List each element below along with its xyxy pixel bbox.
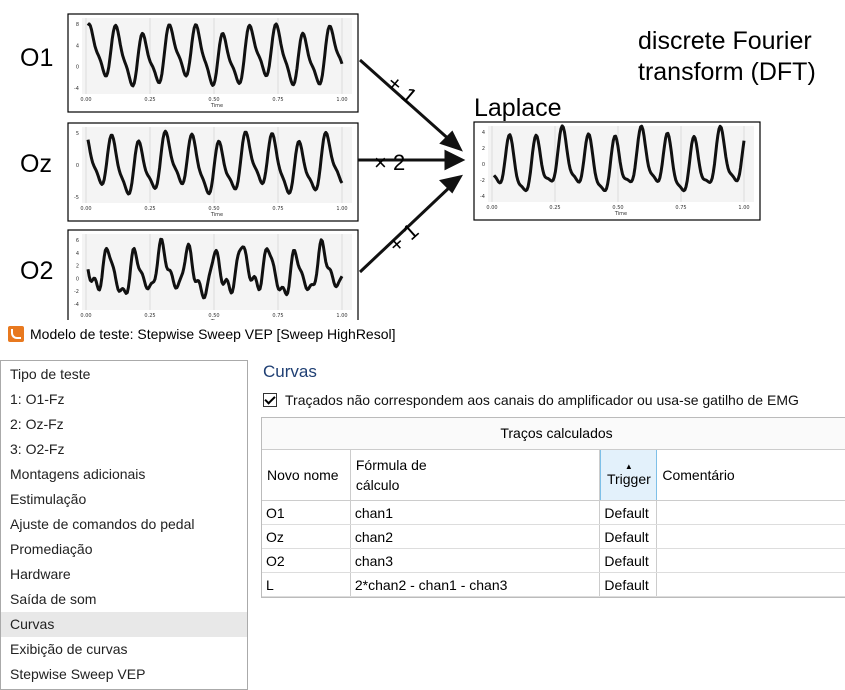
- cell-comentario[interactable]: [657, 525, 845, 548]
- table-header-row: Novo nome Fórmula de cálculo ▲ Trigger C…: [262, 450, 845, 501]
- eeg-figure: 0.00 0.25 0.50 0.75 1.00Time840-40.00 0.25 0.5…: [67, 13, 761, 320]
- settings-sidebar: Tipo de teste 1: O1-Fz 2: Oz-Fz 3: O2-Fz…: [0, 360, 248, 690]
- column-header-novo-nome[interactable]: Novo nome: [262, 450, 351, 500]
- x-axis-label: Time: [614, 211, 627, 217]
- sidebar-item-o2-fz[interactable]: 3: O2-Fz: [1, 437, 247, 462]
- x-axis-label: Time: [210, 212, 223, 218]
- y-tick-label: 6: [76, 238, 79, 244]
- traces-checkbox-row[interactable]: Traçados não correspondem aos canais do …: [263, 392, 799, 408]
- sidebar-item-montagens-adicionais[interactable]: Montagens adicionais: [1, 462, 247, 487]
- cell-comentario[interactable]: [657, 549, 845, 572]
- sidebar-item-curvas[interactable]: Curvas: [1, 612, 247, 637]
- cell-formula[interactable]: chan1: [351, 501, 601, 524]
- cell-comentario[interactable]: [657, 573, 845, 596]
- y-tick-label: 0: [76, 276, 79, 282]
- traces-checkbox-label[interactable]: Traçados não correspondem aos canais do …: [285, 392, 799, 408]
- x-tick-label: 1.00: [336, 97, 347, 103]
- x-tick-label: 1.00: [336, 313, 347, 319]
- cell-trigger[interactable]: Default: [600, 525, 658, 548]
- arrow-oz-head: [444, 149, 466, 171]
- app-icon: [8, 326, 24, 342]
- weight-oz: × 2: [374, 150, 405, 175]
- y-tick-label: -4: [74, 302, 79, 308]
- sidebar-item-saida-de-som[interactable]: Saída de som: [1, 587, 247, 612]
- section-title: Curvas: [263, 362, 317, 381]
- sidebar-item-estimulacao[interactable]: Estimulação: [1, 487, 247, 512]
- column-header-formula[interactable]: Fórmula de cálculo: [351, 450, 601, 500]
- x-tick-label: 0.25: [144, 97, 155, 103]
- x-tick-label: 0.75: [675, 205, 686, 211]
- x-axis-label: Time: [210, 319, 223, 320]
- x-tick-label: 0.25: [144, 206, 155, 212]
- cell-formula[interactable]: chan2: [351, 525, 601, 548]
- cell-novo-nome[interactable]: L: [262, 573, 351, 596]
- cell-formula[interactable]: chan3: [351, 549, 601, 572]
- cell-trigger[interactable]: Default: [600, 549, 658, 572]
- cell-trigger[interactable]: Default: [600, 573, 658, 596]
- column-header-formula-text: Fórmula de cálculo: [355, 457, 427, 493]
- x-tick-label: 0.00: [80, 313, 91, 319]
- window-title-bar: Modelo de teste: Stepwise Sweep VEP [Swe…: [8, 326, 396, 342]
- plot-area-o2: [82, 234, 352, 310]
- y-tick-label: 8: [76, 22, 79, 28]
- x-tick-label: 1.00: [738, 205, 749, 211]
- y-tick-label: -2: [480, 178, 485, 184]
- x-tick-label: 0.00: [80, 206, 91, 212]
- y-tick-label: 4: [76, 43, 79, 49]
- sidebar-item-tipo-de-teste[interactable]: Tipo de teste: [1, 362, 247, 387]
- sidebar-item-stepwise-sweep-vep[interactable]: Stepwise Sweep VEP: [1, 662, 247, 687]
- x-tick-label: 1.00: [336, 206, 347, 212]
- y-tick-label: -5: [74, 195, 79, 201]
- cell-formula[interactable]: 2*chan2 - chan1 - chan3: [351, 573, 601, 596]
- x-tick-label: 0.25: [549, 205, 560, 211]
- y-tick-label: -2: [74, 289, 79, 295]
- x-tick-label: 0.25: [144, 313, 155, 319]
- cell-trigger[interactable]: Default: [600, 501, 658, 524]
- sort-ascending-icon: ▲: [624, 462, 633, 471]
- arrow-o2-head: [439, 174, 463, 194]
- cell-novo-nome[interactable]: O2: [262, 549, 351, 572]
- y-tick-label: 4: [76, 251, 79, 257]
- column-header-trigger[interactable]: ▲ Trigger: [600, 450, 658, 500]
- table-row[interactable]: O2 chan3 Default: [262, 549, 845, 573]
- weight-o2: + 1: [383, 218, 423, 257]
- sidebar-item-oz-fz[interactable]: 2: Oz-Fz: [1, 412, 247, 437]
- x-tick-label: 0.00: [80, 97, 91, 103]
- column-header-comentario[interactable]: Comentário: [657, 450, 845, 500]
- table-row[interactable]: L 2*chan2 - chan1 - chan3 Default: [262, 573, 845, 597]
- x-tick-label: 0.75: [272, 313, 283, 319]
- sidebar-item-ajuste-pedal[interactable]: Ajuste de comandos do pedal: [1, 512, 247, 537]
- plot-area-oz: [82, 127, 352, 203]
- column-header-trigger-text: Trigger: [606, 471, 651, 487]
- y-tick-label: 5: [76, 131, 79, 137]
- y-tick-label: 4: [482, 130, 485, 136]
- sidebar-item-o1-fz[interactable]: 1: O1-Fz: [1, 387, 247, 412]
- sidebar-item-promediacao[interactable]: Promediação: [1, 537, 247, 562]
- y-tick-label: 0: [482, 162, 485, 168]
- table-group-header: Traços calculados: [262, 418, 845, 450]
- y-tick-label: 2: [76, 264, 79, 270]
- y-tick-label: 0: [76, 163, 79, 169]
- traces-checkbox[interactable]: [263, 393, 277, 407]
- y-tick-label: 2: [482, 146, 485, 152]
- x-tick-label: 0.75: [272, 206, 283, 212]
- cell-novo-nome[interactable]: Oz: [262, 525, 351, 548]
- sidebar-item-hardware[interactable]: Hardware: [1, 562, 247, 587]
- y-tick-label: -4: [480, 194, 485, 200]
- table-row[interactable]: Oz chan2 Default: [262, 525, 845, 549]
- y-tick-label: 0: [76, 65, 79, 71]
- table-row[interactable]: O1 chan1 Default: [262, 501, 845, 525]
- x-axis-label: Time: [210, 103, 223, 109]
- x-tick-label: 0.00: [486, 205, 497, 211]
- weight-o1: + 1: [382, 70, 422, 109]
- sidebar-item-exibicao-de-curvas[interactable]: Exibição de curvas: [1, 637, 247, 662]
- window-title: Modelo de teste: Stepwise Sweep VEP [Swe…: [30, 326, 396, 342]
- y-tick-label: -4: [74, 86, 79, 92]
- x-tick-label: 0.75: [272, 97, 283, 103]
- calculated-traces-table: Traços calculados Novo nome Fórmula de c…: [261, 417, 845, 598]
- cell-comentario[interactable]: [657, 501, 845, 524]
- cell-novo-nome[interactable]: O1: [262, 501, 351, 524]
